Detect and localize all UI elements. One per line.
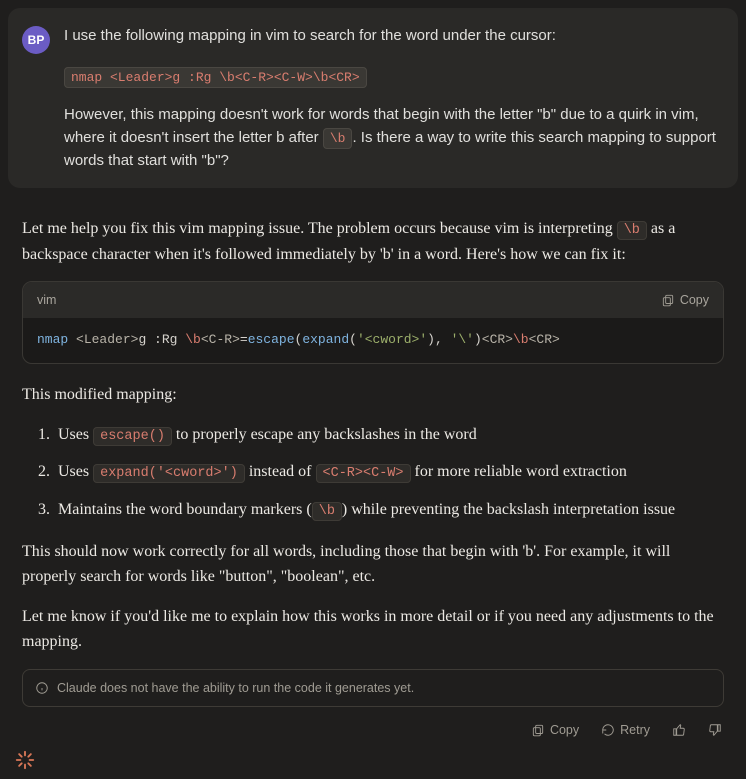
copy-message-button[interactable]: Copy: [525, 719, 585, 741]
message-actions: Copy Retry: [8, 713, 738, 743]
retry-label: Retry: [620, 723, 650, 737]
clipboard-icon: [531, 723, 545, 737]
code-token: '\': [451, 332, 474, 347]
code-token: <C-R>: [201, 332, 240, 347]
assistant-paragraph: This modified mapping:: [22, 382, 724, 408]
code-token: escape: [248, 332, 295, 347]
text-span: for more reliable word extraction: [411, 463, 627, 480]
thumbs-up-icon: [672, 723, 686, 737]
code-token: (: [349, 332, 357, 347]
copy-code-button[interactable]: Copy: [661, 290, 709, 310]
code-token: \b: [185, 332, 201, 347]
code-block-header: vim Copy: [23, 282, 723, 318]
inline-code: nmap <Leader>g :Rg \b<C-R><C-W>\b<CR>: [64, 67, 367, 88]
clipboard-icon: [661, 293, 675, 307]
inline-code: \b: [323, 128, 353, 149]
assistant-logo-icon: [14, 749, 36, 771]
code-token: <CR>: [529, 332, 560, 347]
code-token: expand: [302, 332, 349, 347]
assistant-paragraph: Let me help you fix this vim mapping iss…: [22, 216, 724, 267]
code-language-label: vim: [37, 290, 56, 310]
user-text: I use the following mapping in vim to se…: [64, 24, 722, 47]
assistant-paragraph: This should now work correctly for all w…: [22, 539, 724, 590]
list-item: Uses expand('<cword>') instead of <C-R><…: [54, 459, 724, 485]
code-token: \b: [513, 332, 529, 347]
code-block: vim Copy nmap <Leader>g :Rg \b<C-R>=esca…: [22, 281, 724, 364]
user-code-block: nmap <Leader>g :Rg \b<C-R><C-W>\b<CR>: [64, 65, 367, 88]
text-span: to properly escape any backslashes in th…: [172, 426, 477, 443]
retry-icon: [601, 723, 615, 737]
list-item: Maintains the word boundary markers (\b)…: [54, 497, 724, 523]
assistant-message: Let me help you fix this vim mapping iss…: [8, 206, 738, 713]
text-span: Maintains the word boundary markers (: [58, 501, 312, 518]
copy-label: Copy: [550, 723, 579, 737]
code-token: nmap: [37, 332, 68, 347]
inline-code: escape(): [93, 427, 172, 446]
code-token: <Leader>: [68, 332, 138, 347]
thumbs-down-button[interactable]: [702, 719, 728, 741]
inline-code: \b: [617, 221, 647, 240]
list-item: Uses escape() to properly escape any bac…: [54, 422, 724, 448]
code-token: g :Rg: [138, 332, 185, 347]
text-span: instead of: [245, 463, 316, 480]
code-run-disclaimer: Claude does not have the ability to run …: [22, 669, 724, 707]
code-token: =: [240, 332, 248, 347]
inline-code: <C-R><C-W>: [316, 464, 411, 483]
inline-code: \b: [312, 502, 342, 521]
copy-label: Copy: [680, 290, 709, 310]
text-span: Uses: [58, 426, 93, 443]
retry-button[interactable]: Retry: [595, 719, 656, 741]
code-token: <CR>: [482, 332, 513, 347]
assistant-paragraph: Let me know if you'd like me to explain …: [22, 604, 724, 655]
code-token: '<cword>': [357, 332, 427, 347]
thumbs-up-button[interactable]: [666, 719, 692, 741]
avatar: BP: [22, 26, 50, 54]
ordered-list: Uses escape() to properly escape any bac…: [44, 422, 724, 523]
disclaimer-text: Claude does not have the ability to run …: [57, 678, 414, 698]
code-token: ): [474, 332, 482, 347]
user-message-body: I use the following mapping in vim to se…: [64, 24, 722, 172]
user-message: BP I use the following mapping in vim to…: [8, 8, 738, 188]
text-span: Uses: [58, 463, 93, 480]
inline-code: expand('<cword>'): [93, 464, 245, 483]
info-icon: [35, 681, 49, 695]
thumbs-down-icon: [708, 723, 722, 737]
code-token: ),: [427, 332, 450, 347]
text-span: Let me help you fix this vim mapping iss…: [22, 220, 617, 237]
code-block-body: nmap <Leader>g :Rg \b<C-R>=escape(expand…: [23, 318, 723, 363]
user-text: However, this mapping doesn't work for w…: [64, 103, 722, 173]
text-span: ) while preventing the backslash interpr…: [342, 501, 675, 518]
